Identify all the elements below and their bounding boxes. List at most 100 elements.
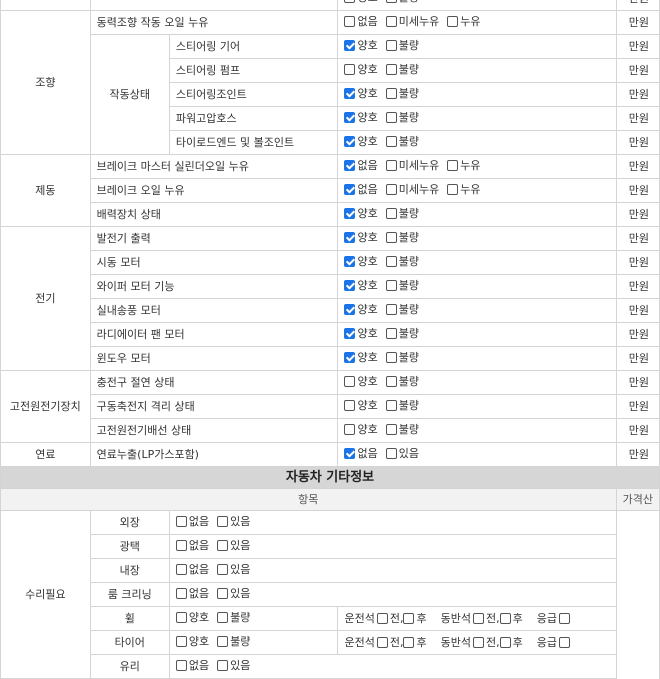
checkbox[interactable] [344,280,356,291]
option[interactable]: 없음 [175,512,209,533]
checkbox[interactable] [499,637,511,648]
option[interactable]: 있음 [217,584,250,605]
checkbox[interactable] [344,232,356,243]
checkbox[interactable] [175,660,187,671]
option[interactable]: 양호 [344,204,378,225]
option[interactable]: 양호 [175,632,209,653]
option[interactable]: 불량 [385,396,419,417]
checkbox[interactable] [376,613,388,624]
option[interactable]: 있음 [217,560,250,581]
option[interactable]: 양호 [344,84,378,105]
option[interactable]: 불량 [385,36,419,57]
checkbox[interactable] [558,637,570,648]
option[interactable]: 없음 [175,656,209,677]
option[interactable]: 양호 [344,60,378,81]
checkbox[interactable] [217,516,229,527]
checkbox[interactable] [217,660,229,671]
checkbox[interactable] [385,352,397,363]
option[interactable]: 불량 [385,324,419,345]
option[interactable]: 불량 [385,348,419,369]
option[interactable]: 양호 [344,132,378,153]
option[interactable]: 없음 [344,12,378,33]
option[interactable]: 양호 [344,252,378,273]
checkbox[interactable] [344,352,356,363]
checkbox[interactable] [403,613,415,624]
option[interactable]: 없음 [175,560,209,581]
option[interactable]: 없음 [344,444,378,465]
checkbox[interactable] [385,376,397,387]
checkbox[interactable] [344,136,356,147]
checkbox[interactable] [344,0,356,3]
checkbox[interactable] [385,448,397,459]
option[interactable]: 있음 [217,656,250,677]
checkbox[interactable] [344,16,356,27]
checkbox[interactable] [385,328,397,339]
option[interactable]: 양호 [344,36,378,57]
option[interactable]: 불량 [385,204,419,225]
checkbox[interactable] [344,40,356,51]
checkbox[interactable] [385,280,397,291]
option[interactable]: 양호 [344,228,378,249]
option[interactable]: 양호 [344,372,378,393]
checkbox[interactable] [217,564,229,575]
option[interactable]: 없음 [175,536,209,557]
option[interactable]: 불량 [385,60,419,81]
option[interactable]: 양호 [344,420,378,441]
checkbox[interactable] [344,304,356,315]
checkbox[interactable] [175,564,187,575]
checkbox[interactable] [385,400,397,411]
option[interactable]: 미세누유 [385,12,439,33]
option[interactable]: 없음 [175,584,209,605]
option[interactable]: 누유 [447,180,480,201]
checkbox[interactable] [175,636,187,647]
checkbox[interactable] [344,88,356,99]
option[interactable]: 불량 [385,372,419,393]
option[interactable]: 불량 [385,252,419,273]
option[interactable]: 불량 [385,0,419,8]
option[interactable]: 양호 [344,396,378,417]
option[interactable]: 있음 [217,536,250,557]
checkbox[interactable] [344,424,356,435]
option[interactable]: 없음 [344,180,378,201]
checkbox[interactable] [175,588,187,599]
option[interactable]: 불량 [385,420,419,441]
checkbox[interactable] [447,16,459,27]
checkbox[interactable] [385,256,397,267]
option[interactable]: 불량 [385,108,419,129]
checkbox[interactable] [385,0,397,3]
checkbox[interactable] [376,637,388,648]
checkbox[interactable] [344,256,356,267]
checkbox[interactable] [344,112,356,123]
option[interactable]: 불량 [385,276,419,297]
checkbox[interactable] [344,400,356,411]
checkbox[interactable] [217,540,229,551]
checkbox[interactable] [344,376,356,387]
checkbox[interactable] [344,184,356,195]
checkbox[interactable] [385,160,397,171]
checkbox[interactable] [385,16,397,27]
checkbox[interactable] [385,208,397,219]
checkbox[interactable] [385,112,397,123]
option[interactable]: 양호 [344,348,378,369]
checkbox[interactable] [558,613,570,624]
checkbox[interactable] [385,184,397,195]
option[interactable]: 있음 [217,512,250,533]
option[interactable]: 불량 [385,84,419,105]
option[interactable]: 양호 [344,324,378,345]
checkbox[interactable] [385,424,397,435]
checkbox[interactable] [385,40,397,51]
checkbox[interactable] [217,588,229,599]
option[interactable]: 누유 [447,156,480,177]
checkbox[interactable] [447,184,459,195]
option[interactable]: 있음 [385,444,419,465]
checkbox[interactable] [385,232,397,243]
checkbox[interactable] [344,208,356,219]
option[interactable]: 양호 [344,300,378,321]
checkbox[interactable] [344,448,356,459]
option[interactable]: 불량 [385,300,419,321]
option[interactable]: 누유 [447,12,480,33]
option[interactable]: 미세누유 [385,180,439,201]
checkbox[interactable] [217,636,229,647]
checkbox[interactable] [403,637,415,648]
option[interactable]: 양호 [344,0,378,8]
